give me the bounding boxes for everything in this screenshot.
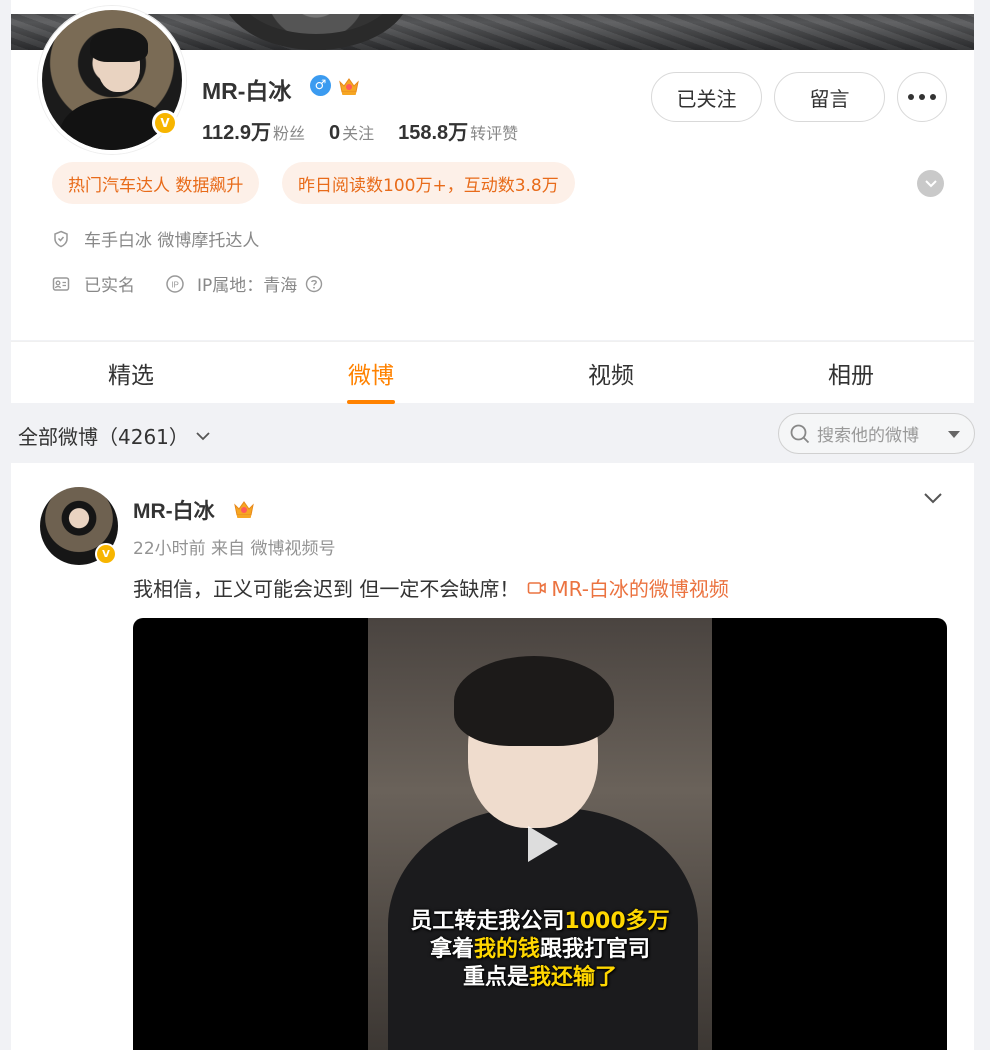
stat-fans[interactable]: 112.9万 粉丝	[202, 116, 305, 145]
info-verify-row: 已实名 IP IP属地：青海	[52, 271, 323, 296]
post-verified-v-icon: V	[95, 543, 117, 565]
verified-v-icon: V	[152, 110, 178, 136]
svg-text:IP: IP	[171, 280, 179, 289]
more-dots-icon	[908, 94, 936, 100]
profile-stats: 112.9万 粉丝 0 关注 158.8万 转评赞	[202, 116, 542, 145]
male-icon: ♂	[310, 75, 331, 96]
post-menu-chevron-icon[interactable]	[923, 491, 943, 505]
shield-icon	[54, 230, 68, 247]
verified-label: 已实名	[84, 276, 135, 296]
video-player[interactable]: 员工转走我公司1000多万 拿着我的钱跟我打官司 重点是我还输了	[133, 618, 947, 1050]
profile-username: MR-白冰	[202, 78, 292, 104]
feed-card: V MR-白冰 22小时前 来自 微博视频号 我相信，正义可能会迟到 但一定不会…	[11, 463, 974, 1050]
post-crown-icon	[234, 501, 254, 518]
crown-icon	[339, 78, 359, 95]
tag-reads[interactable]: 昨日阅读数100万+，互动数3.8万	[282, 162, 575, 204]
search-input[interactable]: 搜索他的微博	[778, 413, 975, 454]
tab-video[interactable]: 视频	[491, 342, 731, 404]
dropdown-caret-icon[interactable]	[948, 431, 960, 438]
id-card-icon	[52, 276, 70, 291]
play-icon[interactable]	[514, 818, 566, 870]
post-author-name[interactable]: MR-白冰	[133, 495, 215, 525]
post-text: 我相信，正义可能会迟到 但一定不会缺席！	[133, 577, 520, 601]
video-link[interactable]: MR-白冰的微博视频	[527, 573, 729, 602]
post-meta: 22小时前 来自 微博视频号	[133, 539, 336, 559]
ip-location: IP属地：青海	[197, 276, 298, 296]
info-title-row: 车手白冰 微博摩托达人	[52, 226, 259, 251]
active-tab-indicator	[347, 400, 395, 404]
tab-weibo[interactable]: 微博	[251, 342, 491, 404]
tab-album[interactable]: 相册	[731, 342, 971, 404]
stat-following[interactable]: 0 关注	[329, 120, 374, 145]
search-placeholder: 搜索他的微博	[817, 426, 919, 446]
expand-chevron-icon[interactable]	[917, 170, 944, 197]
video-icon	[528, 581, 547, 594]
profile-tabs: 精选 微博 视频 相册	[11, 341, 974, 404]
help-icon[interactable]	[305, 275, 323, 293]
post-text-row: 我相信，正义可能会迟到 但一定不会缺席！ MR-白冰的微博视频	[133, 573, 729, 602]
search-icon	[790, 424, 810, 443]
followed-button[interactable]: 已关注	[651, 72, 762, 122]
all-posts-filter[interactable]: 全部微博（4261）	[18, 421, 211, 450]
stat-likes[interactable]: 158.8万 转评赞	[398, 116, 518, 145]
video-subtitle-line3: 重点是我还输了	[462, 965, 618, 990]
chevron-down-icon	[196, 431, 210, 440]
tab-featured[interactable]: 精选	[11, 342, 251, 404]
info-title: 车手白冰 微博摩托达人	[84, 231, 260, 251]
video-frame: 员工转走我公司1000多万 拿着我的钱跟我打官司 重点是我还输了	[368, 618, 712, 1050]
filter-label: 全部微博（4261）	[18, 425, 189, 449]
video-link-label: MR-白冰的微博视频	[551, 577, 729, 601]
message-button[interactable]: 留言	[774, 72, 885, 122]
more-button[interactable]	[897, 72, 947, 122]
tag-hot-car[interactable]: 热门汽车达人 数据飙升	[52, 162, 260, 204]
ip-icon: IP	[166, 274, 184, 293]
